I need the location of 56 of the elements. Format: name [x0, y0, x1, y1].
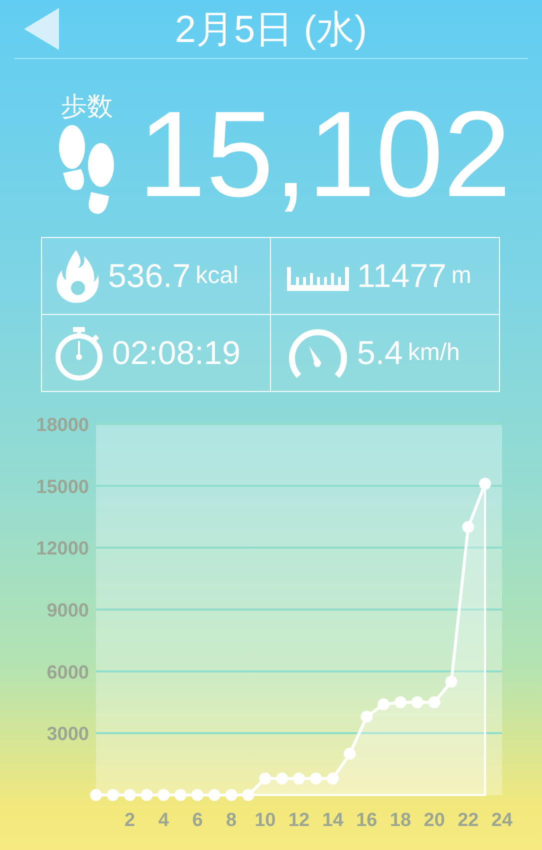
y-axis-label: 9000: [46, 600, 89, 622]
speedometer-icon: [287, 328, 349, 378]
x-axis-label: 12: [288, 810, 310, 831]
chart-point: [124, 789, 136, 801]
chart-point: [479, 478, 492, 490]
stat-value: 536.7: [108, 257, 191, 295]
date-title: 2月5日 (水): [174, 8, 368, 53]
stat-unit: m: [451, 262, 472, 290]
x-axis-label: 6: [192, 810, 203, 831]
chart-point: [310, 772, 322, 784]
chart-point: [344, 748, 356, 760]
chart-point: [106, 789, 119, 801]
chart-point: [158, 789, 170, 801]
y-axis-label: 3000: [46, 724, 89, 746]
chart-point: [192, 789, 204, 801]
chart-point: [326, 772, 339, 784]
stopwatch-icon: [54, 325, 104, 381]
chart-point: [174, 789, 187, 801]
x-axis-label: 18: [390, 810, 412, 831]
chart-point: [259, 772, 272, 784]
y-axis-label: 15000: [36, 476, 89, 498]
chart-point: [411, 696, 424, 708]
chart-point: [445, 676, 458, 688]
chart-point: [462, 521, 474, 534]
chart-point: [208, 789, 220, 801]
chart-point: [293, 772, 305, 784]
stat-unit: km/h: [408, 339, 460, 367]
y-axis-label: 12000: [36, 538, 89, 560]
x-axis-label: 2: [124, 810, 136, 831]
steps-label: 歩数: [61, 91, 113, 121]
stat-value: 11477: [357, 257, 446, 295]
x-axis-label: 4: [158, 810, 169, 831]
back-button[interactable]: [24, 7, 60, 51]
y-axis-label: 6000: [46, 662, 89, 684]
chart-point: [242, 789, 254, 801]
x-axis-label: 24: [491, 810, 513, 831]
x-axis-label: 8: [226, 810, 237, 831]
chart-point: [225, 789, 238, 801]
stat-value: 02:08:19: [112, 334, 240, 372]
chart-point: [140, 789, 153, 801]
chart-point: [428, 696, 440, 708]
stat-unit: kcal: [196, 262, 238, 290]
x-axis-label: 22: [458, 810, 479, 831]
x-axis-label: 20: [424, 810, 445, 831]
chart-point: [276, 772, 288, 784]
step-count: 15,102: [138, 93, 512, 215]
chart-point: [90, 789, 102, 801]
stat-value: 5.4: [357, 334, 403, 372]
x-axis-label: 16: [356, 810, 378, 831]
y-axis-label: 18000: [36, 415, 89, 436]
flame-icon: [54, 248, 100, 304]
x-axis-label: 10: [254, 810, 276, 831]
x-axis-label: 14: [322, 810, 344, 831]
chart-point: [394, 696, 406, 708]
chart-point: [378, 698, 390, 710]
chart-point: [360, 710, 373, 723]
